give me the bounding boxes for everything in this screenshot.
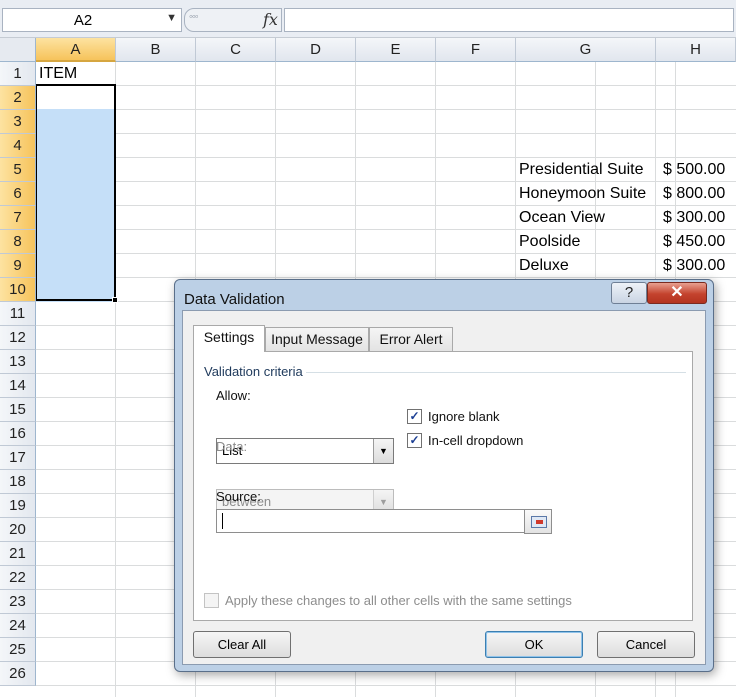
validation-criteria-label: Validation criteria xyxy=(204,364,303,379)
source-label: Source: xyxy=(216,489,261,504)
help-button[interactable]: ? xyxy=(611,282,647,304)
text-caret xyxy=(222,513,223,529)
formula-bar: A2 ▼ ◦◦◦ fx xyxy=(0,0,736,38)
tab-input-message[interactable]: Input Message xyxy=(265,327,369,351)
chevron-down-icon[interactable]: ▼ xyxy=(373,439,393,463)
row-header-4[interactable]: 4 xyxy=(0,134,36,158)
row-header-15[interactable]: 15 xyxy=(0,398,36,422)
row-header-12[interactable]: 12 xyxy=(0,326,36,350)
row-header-22[interactable]: 22 xyxy=(0,566,36,590)
row-header-17[interactable]: 17 xyxy=(0,446,36,470)
cell-h6[interactable]: $ 800.00 xyxy=(663,182,725,206)
collapse-dialog-button[interactable] xyxy=(524,509,552,534)
selection-border xyxy=(35,84,116,301)
cancel-button[interactable]: Cancel xyxy=(597,631,695,658)
column-header-e[interactable]: E xyxy=(356,38,436,62)
column-header-d[interactable]: D xyxy=(276,38,356,62)
data-label: Data: xyxy=(216,439,248,454)
tab-settings[interactable]: Settings xyxy=(193,325,265,352)
row-header-11[interactable]: 11 xyxy=(0,302,36,326)
cell-a1[interactable]: ITEM xyxy=(39,62,77,86)
apply-all-label: Apply these changes to all other cells w… xyxy=(225,593,572,608)
ok-button[interactable]: OK xyxy=(485,631,583,658)
in-cell-dropdown-label[interactable]: In-cell dropdown xyxy=(428,433,523,448)
row-header-19[interactable]: 19 xyxy=(0,494,36,518)
row-header-3[interactable]: 3 xyxy=(0,110,36,134)
name-box-value: A2 xyxy=(73,12,93,29)
close-button[interactable]: ✕ xyxy=(647,282,707,304)
column-header-f[interactable]: F xyxy=(436,38,516,62)
row-header-7[interactable]: 7 xyxy=(0,206,36,230)
column-header-c[interactable]: C xyxy=(196,38,276,62)
row-header-6[interactable]: 6 xyxy=(0,182,36,206)
select-all-corner[interactable] xyxy=(0,38,36,62)
column-header-b[interactable]: B xyxy=(116,38,196,62)
column-header-h[interactable]: H xyxy=(656,38,736,62)
row-header-8[interactable]: 8 xyxy=(0,230,36,254)
row-header-14[interactable]: 14 xyxy=(0,374,36,398)
row-header-1[interactable]: 1 xyxy=(0,62,36,86)
row-header-2[interactable]: 2 xyxy=(0,86,36,110)
row-header-9[interactable]: 9 xyxy=(0,254,36,278)
column-header-a[interactable]: A xyxy=(36,38,116,62)
tab-error-alert[interactable]: Error Alert xyxy=(369,327,453,351)
cell-h5[interactable]: $ 500.00 xyxy=(663,158,725,182)
row-header-26[interactable]: 26 xyxy=(0,662,36,686)
allow-label: Allow: xyxy=(216,388,251,403)
settings-panel: Validation criteria Allow: List ▼ Data: … xyxy=(193,351,693,621)
cell-g6[interactable]: Honeymoon Suite xyxy=(519,182,646,206)
ignore-blank-label[interactable]: Ignore blank xyxy=(428,409,500,424)
row-header-20[interactable]: 20 xyxy=(0,518,36,542)
name-box[interactable]: A2 ▼ xyxy=(2,8,182,32)
apply-all-checkbox xyxy=(204,593,219,608)
row-header-13[interactable]: 13 xyxy=(0,350,36,374)
cell-h9[interactable]: $ 300.00 xyxy=(663,254,725,278)
cell-h7[interactable]: $ 300.00 xyxy=(663,206,725,230)
row-header-24[interactable]: 24 xyxy=(0,614,36,638)
cell-g9[interactable]: Deluxe xyxy=(519,254,569,278)
cell-h8[interactable]: $ 450.00 xyxy=(663,230,725,254)
row-header-25[interactable]: 25 xyxy=(0,638,36,662)
dialog-body: Settings Input Message Error Alert Valid… xyxy=(182,310,706,665)
chevron-down-icon[interactable]: ▼ xyxy=(166,12,177,24)
row-header-10[interactable]: 10 xyxy=(0,278,36,302)
divider xyxy=(306,372,686,373)
dialog-title: Data Validation xyxy=(184,291,285,308)
column-header-g[interactable]: G xyxy=(516,38,656,62)
fill-handle[interactable] xyxy=(112,297,118,303)
row-header-21[interactable]: 21 xyxy=(0,542,36,566)
data-validation-dialog: Data Validation ? ✕ Settings Input Messa… xyxy=(174,279,714,672)
source-input[interactable] xyxy=(216,509,552,533)
row-header-23[interactable]: 23 xyxy=(0,590,36,614)
row-header-16[interactable]: 16 xyxy=(0,422,36,446)
formula-input[interactable] xyxy=(284,8,734,32)
row-header-18[interactable]: 18 xyxy=(0,470,36,494)
cell-g7[interactable]: Ocean View xyxy=(519,206,605,230)
cell-g5[interactable]: Presidential Suite xyxy=(519,158,644,182)
in-cell-dropdown-checkbox[interactable]: ✓ xyxy=(407,433,422,448)
range-select-icon xyxy=(531,516,547,528)
ignore-blank-checkbox[interactable]: ✓ xyxy=(407,409,422,424)
resize-grip-icon[interactable]: ◦◦◦ xyxy=(189,11,199,23)
row-header-5[interactable]: 5 xyxy=(0,158,36,182)
clear-all-button[interactable]: Clear All xyxy=(193,631,291,658)
cell-g8[interactable]: Poolside xyxy=(519,230,580,254)
insert-function-button[interactable]: fx xyxy=(263,10,278,29)
formula-bar-controls: ◦◦◦ fx xyxy=(184,8,282,32)
